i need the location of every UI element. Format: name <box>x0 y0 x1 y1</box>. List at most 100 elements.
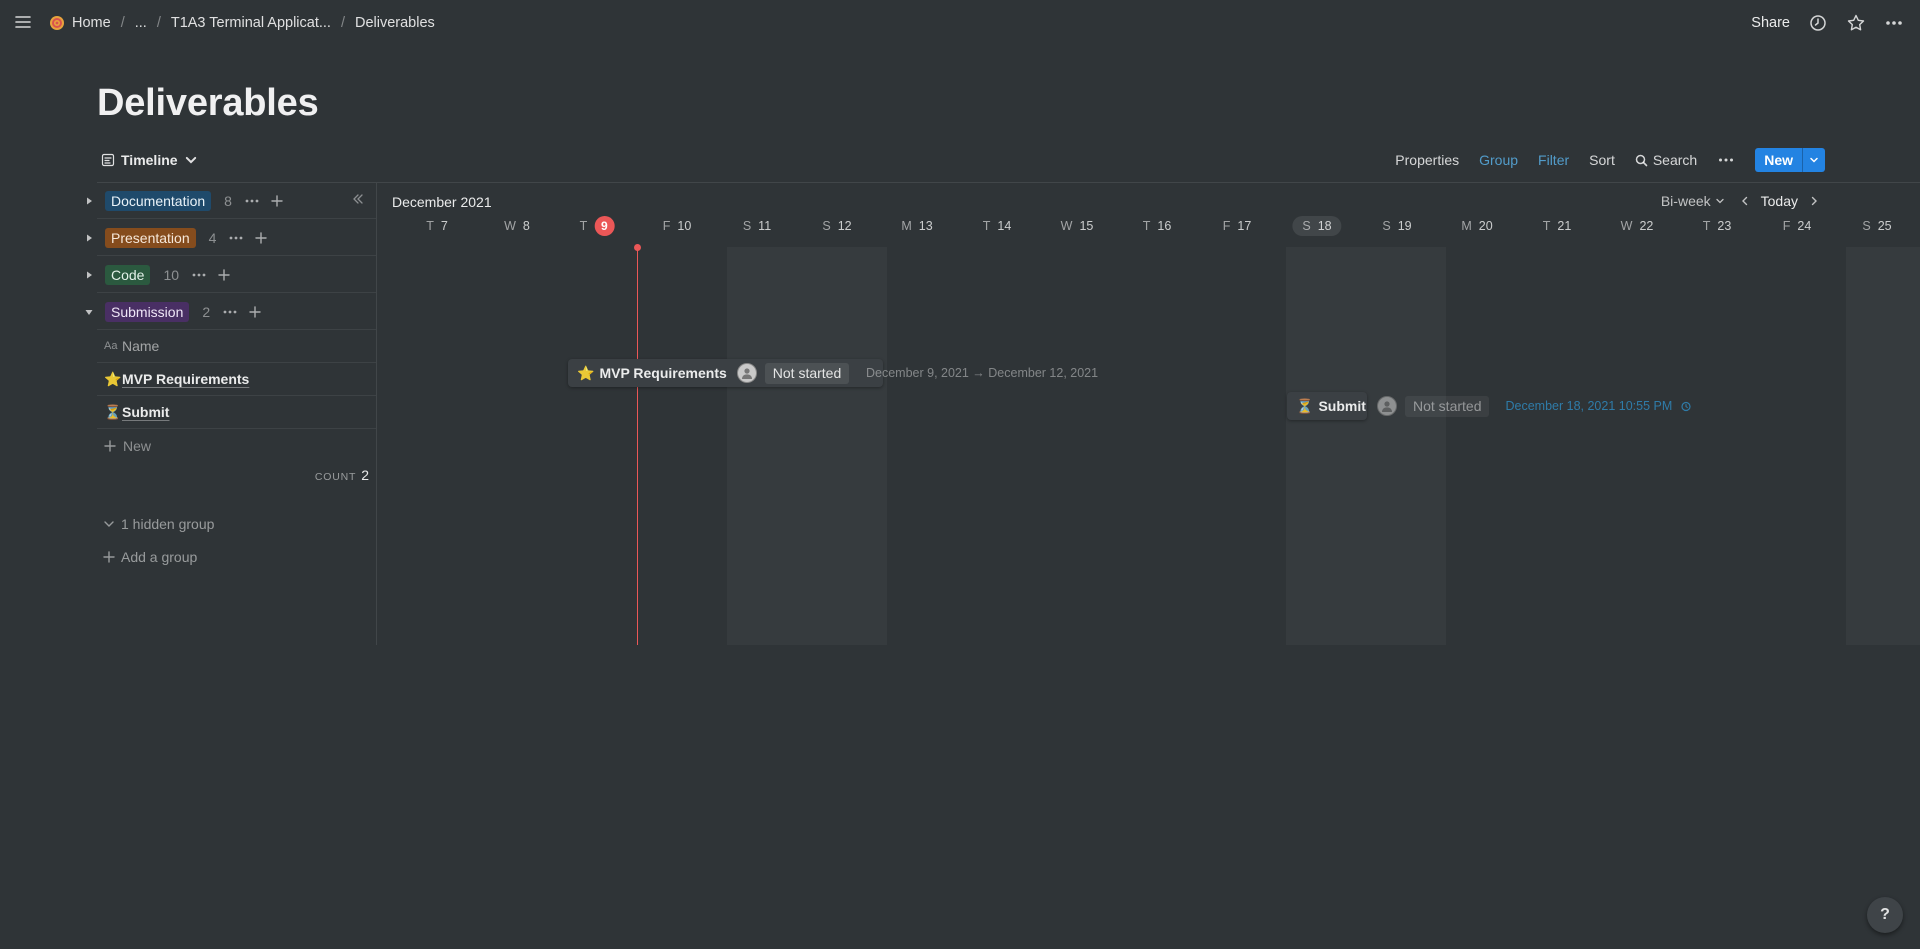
breadcrumb-separator: / <box>340 15 345 31</box>
day-letter: T <box>1542 219 1551 233</box>
more-icon[interactable] <box>191 267 207 283</box>
day-letter: T <box>579 219 588 233</box>
range-selector[interactable]: Bi-week <box>1661 193 1725 209</box>
avatar <box>1377 396 1397 416</box>
day-letter: W <box>1060 219 1073 233</box>
day-letter: S <box>1382 219 1391 233</box>
breadcrumb-separator: / <box>156 15 161 31</box>
menu-icon[interactable] <box>13 12 33 32</box>
caret-down-icon[interactable] <box>81 304 97 320</box>
today-line <box>637 247 638 645</box>
column-header-name[interactable]: Aa Name <box>97 330 376 363</box>
timeline-day: M 20 <box>1461 216 1492 236</box>
new-dropdown-chevron-icon[interactable] <box>1802 148 1825 172</box>
timeline-card-mvp[interactable]: ⭐ MVP Requirements Not started <box>568 359 883 387</box>
home-target-icon <box>48 14 66 32</box>
day-number: 17 <box>1237 219 1252 233</box>
caret-right-icon[interactable] <box>81 193 97 209</box>
breadcrumb: Home / ... / T1A3 Terminal Applicat... /… <box>48 12 435 34</box>
table-row[interactable]: ⭐ MVP Requirements <box>97 363 376 396</box>
add-group-button[interactable]: Add a group <box>102 549 197 565</box>
timeline-navigation: Bi-week Today <box>1661 193 1820 209</box>
day-number: 7 <box>440 219 448 233</box>
chevron-right-icon[interactable] <box>1808 195 1820 207</box>
group-table: Documentation 8 Presentation 4 Code 10 S… <box>85 183 376 645</box>
day-letter: W <box>1620 219 1633 233</box>
group-row-documentation[interactable]: Documentation 8 <box>87 183 376 219</box>
plus-icon[interactable] <box>248 305 262 319</box>
day-letter: M <box>901 219 912 233</box>
timeline-month: December 2021 <box>392 194 492 210</box>
group-row-presentation[interactable]: Presentation 4 <box>87 220 376 256</box>
timeline-day: W 22 <box>1621 216 1654 236</box>
day-number: 21 <box>1557 219 1572 233</box>
timeline-card-submit[interactable]: ⏳ Submit <box>1287 392 1367 420</box>
breadcrumb-home[interactable]: Home <box>72 15 111 31</box>
more-icon[interactable] <box>244 193 260 209</box>
hidden-group-label: 1 hidden group <box>121 516 215 532</box>
day-number: 16 <box>1157 219 1172 233</box>
star-emoji-icon: ⭐ <box>577 364 595 381</box>
today-button[interactable]: Today <box>1761 193 1798 209</box>
hidden-groups-toggle[interactable]: 1 hidden group <box>102 516 214 532</box>
clock-icon[interactable] <box>1808 13 1828 33</box>
text-property-icon: Aa <box>104 340 118 352</box>
help-button[interactable]: ? <box>1867 897 1903 933</box>
row-title[interactable]: Submit <box>122 404 169 420</box>
group-tag: Documentation <box>105 190 212 211</box>
new-button[interactable]: New <box>1755 148 1802 172</box>
plus-icon[interactable] <box>217 268 231 282</box>
hourglass-emoji-icon: ⏳ <box>104 403 122 420</box>
day-number: 13 <box>918 219 933 233</box>
star-icon[interactable] <box>1846 13 1866 33</box>
collapse-table-icon[interactable] <box>351 192 365 206</box>
group-row-submission[interactable]: Submission 2 <box>85 294 376 330</box>
table-row[interactable]: ⏳ Submit <box>97 396 376 429</box>
more-icon[interactable] <box>228 230 244 246</box>
day-letter: M <box>1461 219 1472 233</box>
day-letter: S <box>1302 219 1311 233</box>
group-count: 8 <box>224 192 232 209</box>
row-title[interactable]: MVP Requirements <box>122 371 249 387</box>
search-label: Search <box>1652 152 1698 168</box>
day-number: 24 <box>1797 219 1812 233</box>
plus-icon[interactable] <box>254 231 268 245</box>
breadcrumb-current[interactable]: Deliverables <box>355 15 435 31</box>
breadcrumb-parent[interactable]: T1A3 Terminal Applicat... <box>171 15 331 31</box>
sort-button[interactable]: Sort <box>1589 152 1615 168</box>
view-selector[interactable]: Timeline <box>101 148 198 172</box>
day-letter: S <box>1862 219 1871 233</box>
more-icon[interactable] <box>222 304 238 320</box>
count-label: COUNT <box>314 471 357 483</box>
plus-icon[interactable] <box>270 194 284 208</box>
day-number: 14 <box>997 219 1012 233</box>
top-bar-actions: Share <box>1751 10 1904 36</box>
breadcrumb-ellipsis[interactable]: ... <box>135 15 147 31</box>
properties-button[interactable]: Properties <box>1395 152 1459 168</box>
filter-button[interactable]: Filter <box>1538 152 1569 168</box>
timeline-day: M 13 <box>901 216 932 236</box>
day-letter: S <box>822 219 831 233</box>
more-options-icon[interactable] <box>1717 151 1735 169</box>
timeline-day: S 11 <box>743 216 771 236</box>
alarm-clock-icon <box>1680 400 1692 412</box>
timeline-day: W 15 <box>1061 216 1094 236</box>
group-button[interactable]: Group <box>1479 152 1518 168</box>
chevron-down-icon <box>184 153 198 167</box>
group-row-code[interactable]: Code 10 <box>87 257 376 293</box>
date-range: December 18, 2021 10:55 PM <box>1505 399 1673 413</box>
caret-right-icon[interactable] <box>81 230 97 246</box>
group-tag: Code <box>105 264 151 285</box>
new-row-button[interactable]: New <box>97 429 376 462</box>
caret-right-icon[interactable] <box>81 267 97 283</box>
search-button[interactable]: Search <box>1635 152 1697 168</box>
chevron-left-icon[interactable] <box>1739 195 1751 207</box>
more-icon[interactable] <box>1884 13 1904 33</box>
chevron-down-icon <box>102 517 116 531</box>
day-letter: F <box>1782 219 1791 233</box>
timeline-canvas[interactable]: December 2021 Bi-week Today T 7 W 8 T 9 F 10 S 11… <box>377 183 1920 645</box>
avatar <box>736 363 757 383</box>
timeline-day: S 25 <box>1862 216 1891 236</box>
share-button[interactable]: Share <box>1751 15 1790 31</box>
count-footer[interactable]: COUNT 2 <box>315 467 369 483</box>
